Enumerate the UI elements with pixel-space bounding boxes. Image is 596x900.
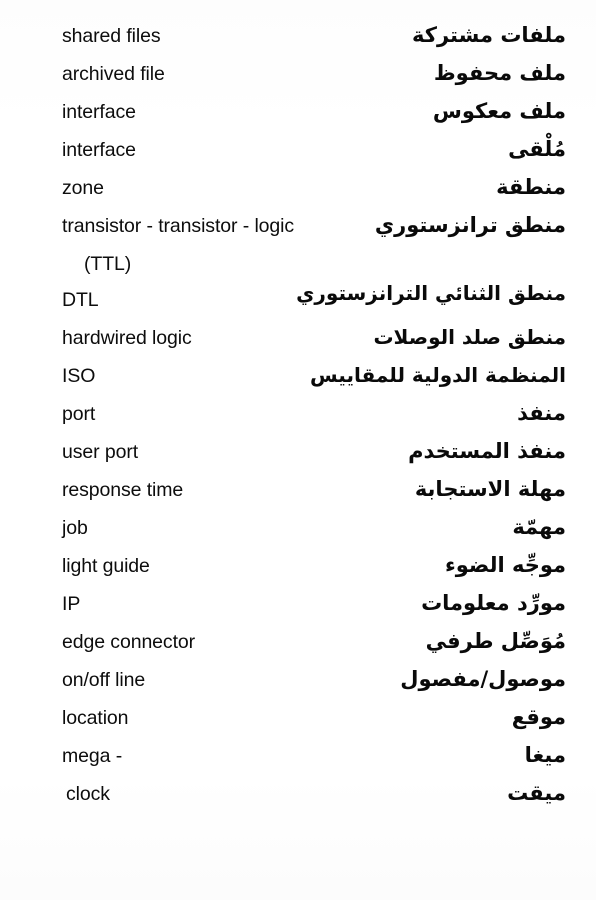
english-term: interface <box>62 101 136 123</box>
glossary-entry: shared files ملفات مشتركة <box>0 22 596 60</box>
arabic-gloss: موصول/مفصول <box>400 667 566 691</box>
glossary-entry: port منفذ <box>0 400 596 438</box>
glossary-entry: response time مهلة الاستجابة <box>0 476 596 514</box>
arabic-gloss: منفذ المستخدم <box>408 439 566 463</box>
english-term: transistor - transistor - logic <box>62 215 295 237</box>
english-term: user port <box>62 441 139 463</box>
english-term: job <box>62 517 88 539</box>
glossary-entry: light guide موجِّه الضوء <box>0 552 596 590</box>
arabic-gloss: ملفات مشتركة <box>412 23 566 47</box>
glossary-entry: interface ملف معكوس <box>0 98 596 136</box>
arabic-gloss: منطق صلد الوصلات <box>373 325 566 349</box>
glossary-entry: mega - ميغا <box>0 742 596 780</box>
glossary-entry: IP مورِّد معلومات <box>0 590 596 628</box>
glossary-page: shared files ملفات مشتركة archived file … <box>0 0 596 900</box>
arabic-gloss: منفذ <box>517 401 566 425</box>
glossary-entry: edge connector مُوَصِّل طرفي <box>0 628 596 666</box>
arabic-gloss: ميقت <box>507 781 566 805</box>
arabic-gloss: منطقة <box>496 175 566 199</box>
glossary-entry: hardwired logic منطق صلد الوصلات <box>0 324 596 362</box>
glossary-entry: on/off line موصول/مفصول <box>0 666 596 704</box>
english-term: DTL <box>62 289 99 311</box>
arabic-gloss: ملف معكوس <box>432 99 566 123</box>
english-term: edge connector <box>62 631 196 653</box>
english-term: archived file <box>62 63 165 85</box>
glossary-entry: DTL منطق الثنائي الترانزستوري <box>0 281 596 324</box>
glossary-entry: ISO المنظمة الدولية للمقاييس <box>0 362 596 400</box>
english-term: port <box>62 403 96 425</box>
arabic-gloss: منطق ترانزستوري <box>374 213 566 237</box>
english-term: on/off line <box>62 669 146 691</box>
english-term: interface <box>62 139 136 161</box>
glossary-entry: user port منفذ المستخدم <box>0 438 596 476</box>
glossary-entry: interface مُلْقى <box>0 136 596 174</box>
english-term: clock <box>66 783 110 805</box>
english-term: IP <box>62 593 81 615</box>
glossary-list: shared files ملفات مشتركة archived file … <box>0 22 596 818</box>
glossary-entry: transistor - transistor - logic منطق ترا… <box>0 212 596 250</box>
english-term: zone <box>62 177 104 199</box>
arabic-gloss: مُوَصِّل طرفي <box>425 629 566 653</box>
glossary-entry: zone منطقة <box>0 174 596 212</box>
english-term: location <box>62 707 129 729</box>
english-term: light guide <box>62 555 150 577</box>
glossary-entry: archived file ملف محفوظ <box>0 60 596 98</box>
english-term: response time <box>62 479 184 501</box>
arabic-gloss: مورِّد معلومات <box>421 591 566 615</box>
glossary-entry: job مهمّة <box>0 514 596 552</box>
arabic-gloss: منطق الثنائي الترانزستوري <box>296 281 566 305</box>
arabic-gloss: موقع <box>511 705 566 729</box>
glossary-entry: clock ميقت <box>0 780 596 818</box>
english-term: shared files <box>62 25 161 47</box>
arabic-gloss: موجِّه الضوء <box>444 553 566 577</box>
arabic-gloss: مهلة الاستجابة <box>414 477 566 501</box>
glossary-entry: location موقع <box>0 704 596 742</box>
arabic-gloss: المنظمة الدولية للمقاييس <box>310 363 566 387</box>
english-term: ISO <box>62 365 96 387</box>
arabic-gloss: مُلْقى <box>508 137 566 161</box>
english-term-continuation: (TTL) <box>84 253 132 275</box>
english-term: hardwired logic <box>62 327 192 349</box>
english-term: mega - <box>62 745 123 767</box>
arabic-gloss: ميغا <box>524 743 566 767</box>
arabic-gloss: مهمّة <box>512 515 566 539</box>
arabic-gloss: ملف محفوظ <box>433 61 566 85</box>
